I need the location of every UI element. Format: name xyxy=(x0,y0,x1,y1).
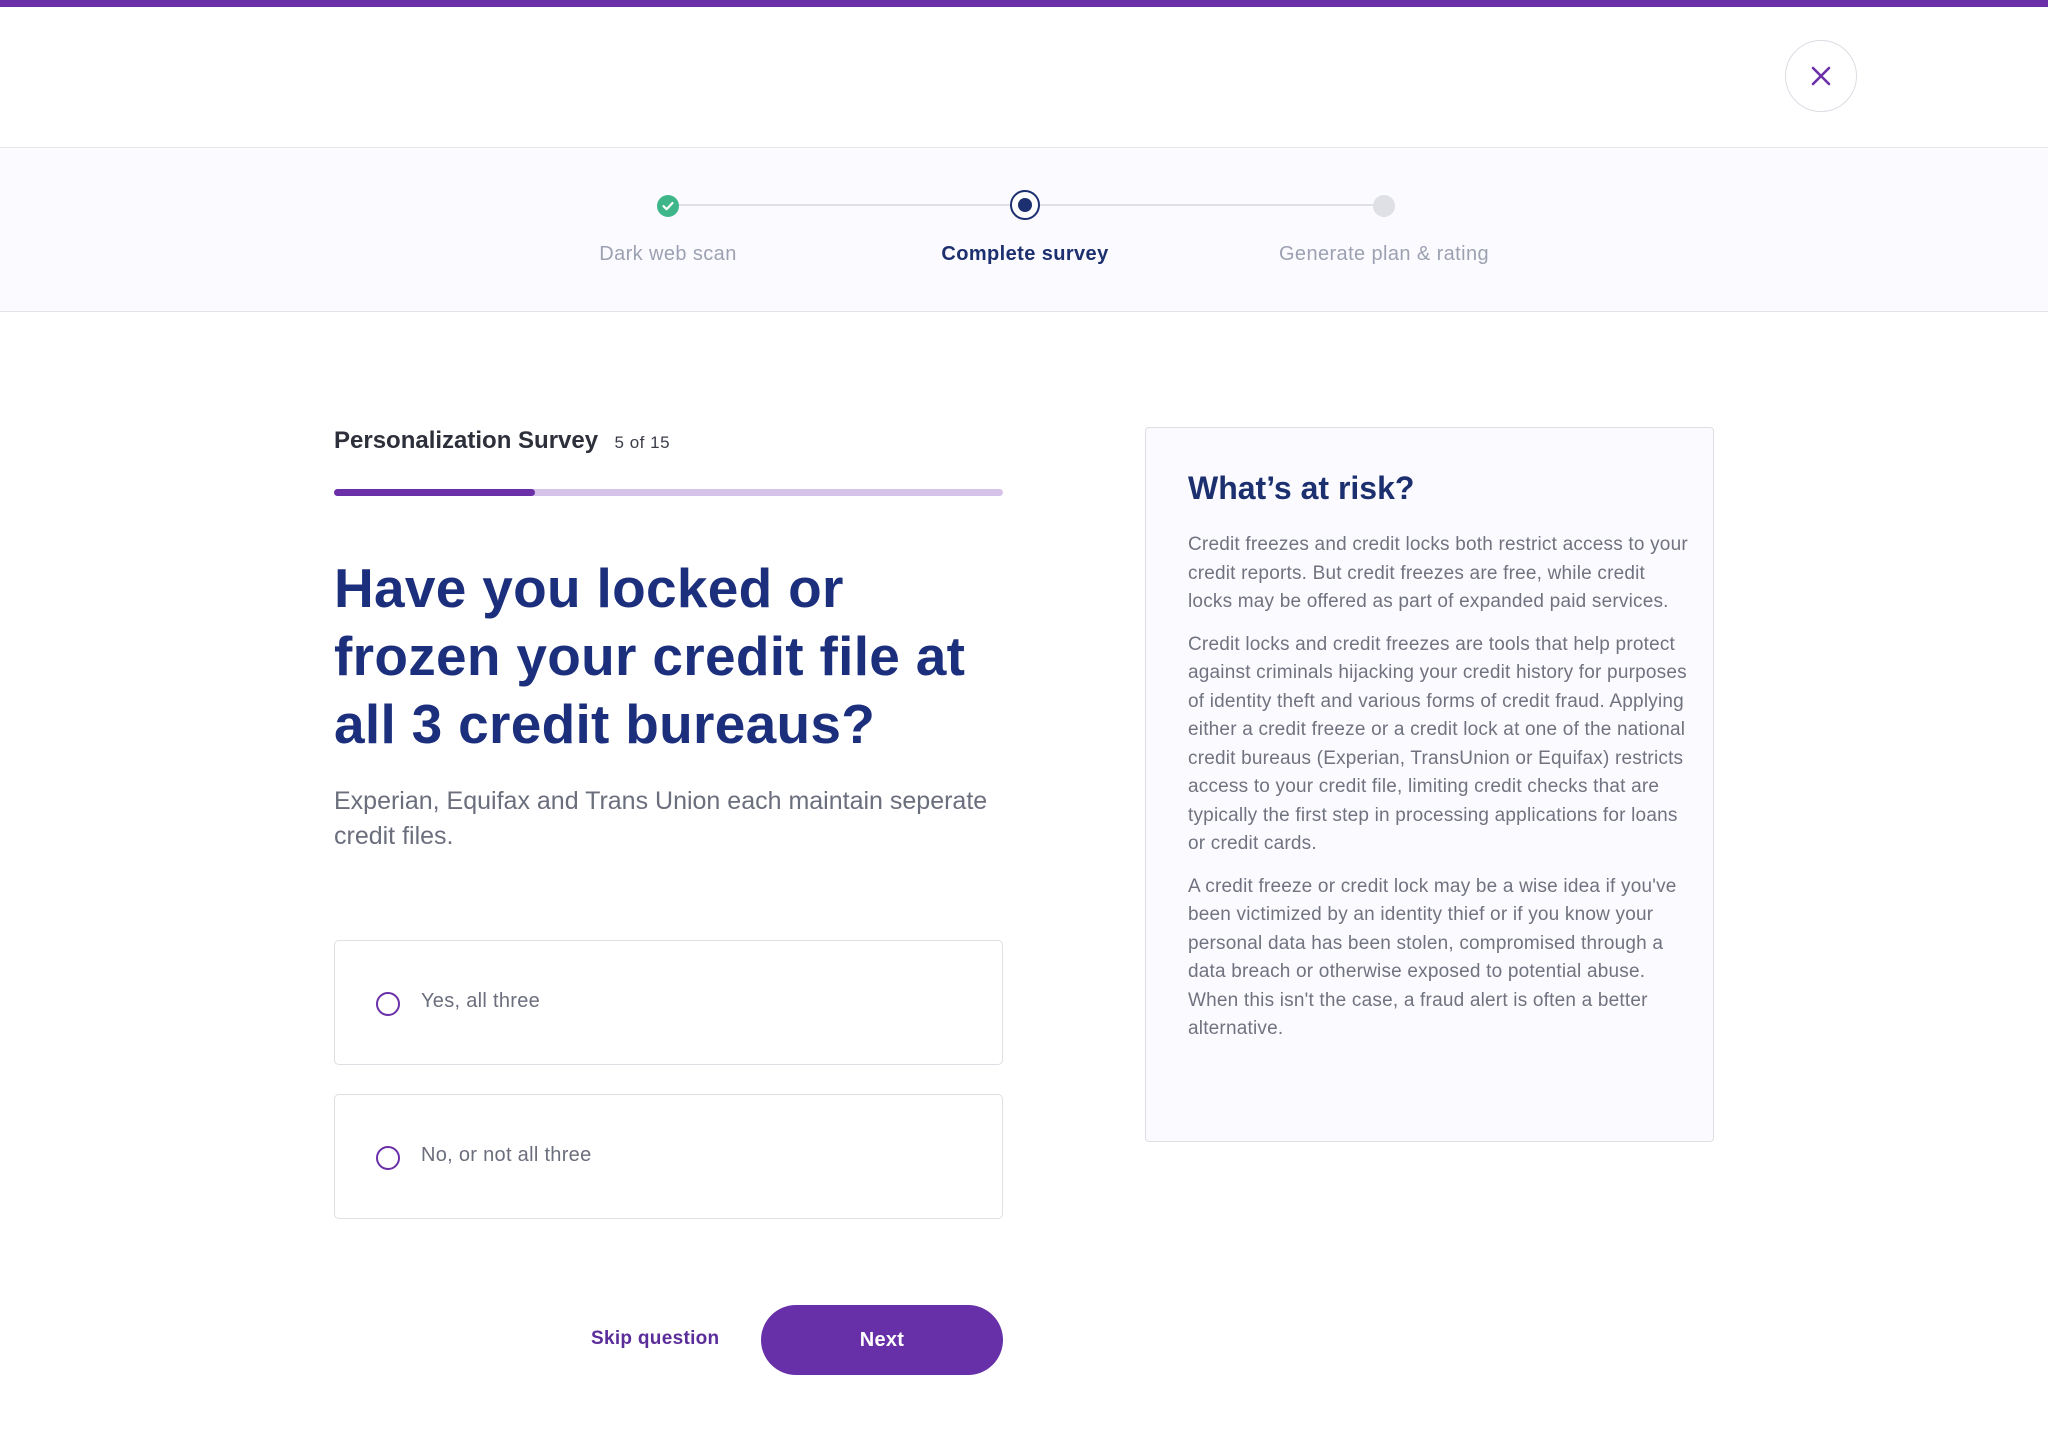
survey-count: 5 of 15 xyxy=(614,433,671,452)
radio-icon[interactable] xyxy=(376,1146,400,1170)
check-circle-icon xyxy=(657,195,679,217)
survey-title: Personalization Survey xyxy=(334,427,599,454)
radio-dot-icon xyxy=(1010,190,1040,220)
radio-icon[interactable] xyxy=(376,992,400,1016)
step-label-generate-plan: Generate plan & rating xyxy=(1278,243,1490,265)
option-label: No, or not all three xyxy=(421,1144,592,1166)
stepper-line xyxy=(1025,204,1384,206)
close-button[interactable] xyxy=(1785,40,1857,112)
step-label-dark-web-scan: Dark web scan xyxy=(599,243,737,265)
survey-header: Personalization Survey 5 of 15 xyxy=(334,427,1004,455)
option-label: Yes, all three xyxy=(421,990,541,1012)
next-button[interactable]: Next xyxy=(761,1305,1003,1375)
header xyxy=(0,7,2048,148)
step-label-complete-survey: Complete survey xyxy=(941,243,1109,265)
risk-title: What’s at risk? xyxy=(1188,470,1415,506)
close-icon xyxy=(1811,66,1831,86)
whats-at-risk-panel: What’s at risk? Credit freezes and credi… xyxy=(1145,427,1714,1142)
skip-question-link[interactable]: Skip question xyxy=(591,1328,719,1350)
risk-paragraph: A credit freeze or credit lock may be a … xyxy=(1188,875,1677,1040)
progress-stepper: Dark web scan Complete survey Generate p… xyxy=(0,149,2048,312)
risk-body: Credit freezes and credit locks both res… xyxy=(1188,531,1688,1058)
option-yes-all-three[interactable]: Yes, all three xyxy=(334,940,1003,1065)
dot-icon xyxy=(1373,195,1395,217)
risk-paragraph: Credit locks and credit freezes are tool… xyxy=(1188,633,1687,855)
option-no-not-all-three[interactable]: No, or not all three xyxy=(334,1094,1003,1219)
survey-progress-fill xyxy=(334,489,535,496)
survey-progress-bar xyxy=(334,489,1003,496)
question-text: Have you locked or frozen your credit fi… xyxy=(334,557,966,755)
stepper-line xyxy=(668,204,1025,206)
top-accent-bar xyxy=(0,0,2048,7)
risk-paragraph: Credit freezes and credit locks both res… xyxy=(1188,534,1688,612)
question-subtext: Experian, Equifax and Trans Union each m… xyxy=(334,787,988,850)
